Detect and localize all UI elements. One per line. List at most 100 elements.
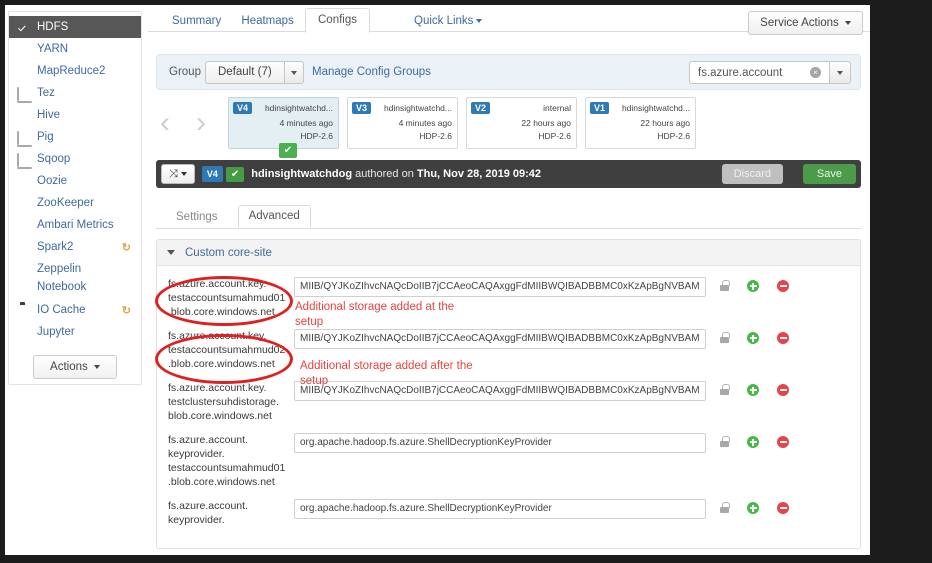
status-ok-icon <box>17 219 30 232</box>
sidebar-item-pig[interactable]: Pig <box>9 126 141 148</box>
custom-core-site-section: Custom core-site fs.azure.account.key. te… <box>156 239 861 549</box>
property-label-line: testaccountsumahmud01 <box>168 462 286 474</box>
property-label: fs.azure.account.key. testaccountsumahmud… <box>157 277 294 319</box>
sidebar-item-sqoop[interactable]: Sqoop <box>9 148 141 170</box>
lock-icon <box>720 502 730 513</box>
sub-tab-advanced[interactable]: Advanced <box>237 205 311 228</box>
property-label: fs.azure.account.key. testclustersuhdisto… <box>157 381 294 423</box>
add-property-icon[interactable] <box>747 502 759 514</box>
sidebar-item-io-cache[interactable]: IO Cache ↻ <box>9 299 141 321</box>
status-ok-icon <box>17 43 30 56</box>
sidebar-item-yarn[interactable]: YARN <box>9 38 141 60</box>
version-author: hdinsightwatchd... <box>383 103 452 113</box>
section-title[interactable]: Custom core-site <box>185 247 272 259</box>
property-label-line: .blob.core.windows.net <box>168 476 275 488</box>
main-panel: Quick Links Service Actions Summary Heatm… <box>148 5 870 555</box>
save-button[interactable]: Save <box>802 164 856 184</box>
sidebar-item-zeppelin[interactable]: Zeppelin <box>9 258 141 280</box>
version-next-arrow[interactable]: › <box>196 105 206 141</box>
chevron-down-icon <box>290 70 297 75</box>
quick-links-dropdown[interactable]: Quick Links <box>414 15 483 27</box>
sidebar-item-zookeeper[interactable]: ZooKeeper <box>9 192 141 214</box>
add-property-icon[interactable] <box>747 436 759 448</box>
remove-property-icon[interactable] <box>777 436 789 448</box>
property-row-actions <box>706 329 789 371</box>
config-group-bar: Group Default (7) Manage Config Groups f… <box>156 54 861 90</box>
property-label-line: keyprovider. <box>168 448 225 460</box>
status-ok-icon <box>17 175 30 188</box>
property-label-line: fs.azure.account. <box>168 434 248 446</box>
current-version-check-icon: ✔ <box>225 166 245 182</box>
sidebar-item-oozie[interactable]: Oozie <box>9 170 141 192</box>
property-value-input[interactable]: MIIB/QYJKoZIhvcNAQcDoIIB7jCCAeoCAQAxggFd… <box>294 329 706 349</box>
version-card-v1[interactable]: V1 hdinsightwatchd... 22 hours ago HDP-2.6 <box>585 97 696 149</box>
remove-property-icon[interactable] <box>777 280 789 292</box>
property-value-input[interactable]: org.apache.hadoop.fs.azure.ShellDecrypti… <box>294 499 706 519</box>
tab-configs[interactable]: Configs <box>305 8 370 33</box>
sidebar-item-spark2[interactable]: Spark2 ↻ <box>9 236 141 258</box>
lock-icon <box>720 436 730 447</box>
status-ok-icon <box>17 109 30 122</box>
sidebar-item-label: Pig <box>37 131 54 143</box>
config-sub-tab-bar: Settings Advanced <box>156 203 861 229</box>
chevron-down-icon <box>845 20 851 25</box>
property-label: fs.azure.account.key. testaccountsumahmud… <box>157 329 294 371</box>
sidebar-item-label-cont[interactable]: Notebook <box>9 280 141 299</box>
tab-summary[interactable]: Summary <box>160 10 233 33</box>
compare-versions-button[interactable]: ⤨ <box>161 164 195 184</box>
restart-required-icon[interactable]: ↻ <box>122 241 131 254</box>
property-label-line: fs.azure.account. <box>168 500 248 512</box>
property-value-input[interactable]: org.apache.hadoop.fs.azure.ShellDecrypti… <box>294 433 706 453</box>
property-row: fs.azure.account.key. testclustersuhdisto… <box>157 376 860 428</box>
services-sidebar: HDFS YARN MapReduce2 Tez Hive Pig Sqoop Oozie Zo… <box>8 11 142 385</box>
add-property-icon[interactable] <box>747 332 759 344</box>
discard-button[interactable]: Discard <box>721 164 783 184</box>
property-filter-input[interactable]: fs.azure.account × <box>689 61 829 84</box>
lock-icon <box>720 280 730 291</box>
version-card-v4[interactable]: V4 hdinsightwatchd... 4 minutes ago HDP-2.6… <box>228 97 339 158</box>
property-filter: fs.azure.account × <box>689 61 851 84</box>
property-label-line: testclustersuhdistorage. <box>168 396 279 408</box>
remove-property-icon[interactable] <box>777 502 789 514</box>
version-stack: HDP-2.6 <box>538 131 571 141</box>
service-actions-button[interactable]: Service Actions <box>748 11 863 35</box>
manage-config-groups-link[interactable]: Manage Config Groups <box>312 66 431 78</box>
sidebar-item-jupyter[interactable]: Jupyter <box>9 321 141 343</box>
add-property-icon[interactable] <box>747 280 759 292</box>
version-prev-arrow[interactable]: ‹ <box>160 105 170 141</box>
lock-icon <box>720 384 730 395</box>
status-ok-icon <box>17 21 30 34</box>
clear-filter-icon[interactable]: × <box>810 67 821 78</box>
property-filter-dropdown[interactable] <box>829 61 851 84</box>
property-row-actions <box>706 433 789 489</box>
property-value-input[interactable]: MIIB/QYJKoZIhvcNAQcDoIIB7jCCAeoCAQAxggFd… <box>294 381 706 401</box>
add-property-icon[interactable] <box>747 384 759 396</box>
section-header[interactable]: Custom core-site <box>157 240 860 266</box>
version-card-v3[interactable]: V3 hdinsightwatchd... 4 minutes ago HDP-2.6 <box>347 97 458 149</box>
sidebar-item-tez[interactable]: Tez <box>9 82 141 104</box>
sidebar-item-ambari-metrics[interactable]: Ambari Metrics <box>9 214 141 236</box>
remove-property-icon[interactable] <box>777 384 789 396</box>
remove-property-icon[interactable] <box>777 332 789 344</box>
version-author: hdinsightwatchd... <box>264 103 333 113</box>
sub-tab-settings[interactable]: Settings <box>166 207 228 228</box>
config-group-select[interactable]: Default (7) <box>205 61 304 84</box>
sidebar-item-hdfs[interactable]: HDFS <box>9 16 141 38</box>
sidebar-actions-wrap: Actions <box>9 355 141 379</box>
restart-required-icon[interactable]: ↻ <box>122 304 131 317</box>
version-badge: V4 <box>233 102 253 114</box>
tab-heatmaps[interactable]: Heatmaps <box>229 10 305 33</box>
service-actions-label: Service Actions <box>760 17 839 29</box>
camera-icon <box>17 304 30 317</box>
sidebar-item-mapreduce2[interactable]: MapReduce2 <box>9 60 141 82</box>
version-stack: HDP-2.6 <box>300 131 333 141</box>
actions-button[interactable]: Actions <box>33 355 117 379</box>
version-card-v2[interactable]: V2 internal 22 hours ago HDP-2.6 <box>466 97 577 149</box>
version-stack: HDP-2.6 <box>657 131 690 141</box>
client-monitor-icon-glyph <box>17 152 19 167</box>
version-badge: V2 <box>471 102 491 114</box>
property-label-line: keyprovider. <box>168 514 225 526</box>
property-row: fs.azure.account.key. testaccountsumahmud… <box>157 272 860 324</box>
sidebar-item-hive[interactable]: Hive <box>9 104 141 126</box>
property-value-input[interactable]: MIIB/QYJKoZIhvcNAQcDoIIB7jCCAeoCAQAxggFd… <box>294 277 706 297</box>
